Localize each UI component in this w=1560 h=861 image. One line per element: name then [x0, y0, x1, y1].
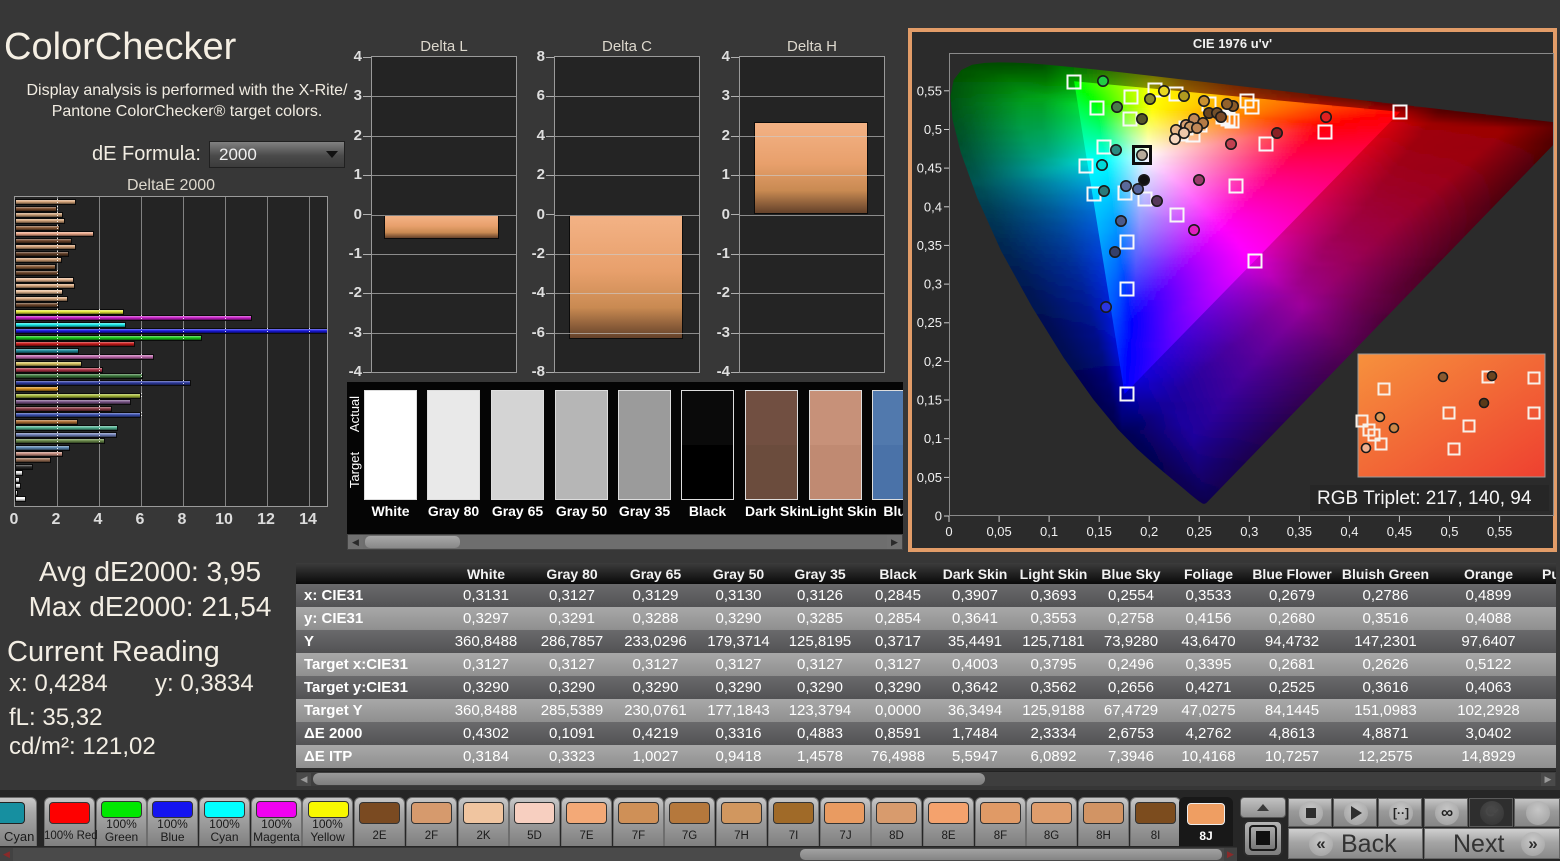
svg-text:0,2: 0,2	[1140, 524, 1158, 539]
svg-text:0,25: 0,25	[917, 315, 942, 330]
svg-text:0,55: 0,55	[1487, 524, 1512, 539]
svg-text:0,05: 0,05	[917, 470, 942, 485]
svg-text:0,05: 0,05	[986, 524, 1011, 539]
svg-text:0,35: 0,35	[917, 238, 942, 253]
svg-text:0,45: 0,45	[1387, 524, 1412, 539]
svg-text:0,5: 0,5	[924, 122, 942, 137]
svg-text:0: 0	[935, 509, 942, 524]
svg-text:0,25: 0,25	[1187, 524, 1212, 539]
svg-text:0,35: 0,35	[1287, 524, 1312, 539]
svg-text:0: 0	[945, 524, 952, 539]
svg-text:0,15: 0,15	[917, 393, 942, 408]
svg-text:0,4: 0,4	[1340, 524, 1358, 539]
svg-text:0,5: 0,5	[1440, 524, 1458, 539]
svg-text:0,1: 0,1	[924, 431, 942, 446]
svg-text:0,2: 0,2	[924, 354, 942, 369]
svg-text:0,3: 0,3	[924, 277, 942, 292]
svg-text:RGB Triplet: 217, 140, 94: RGB Triplet: 217, 140, 94	[1317, 488, 1532, 509]
svg-text:0,4: 0,4	[924, 199, 942, 214]
svg-text:0,1: 0,1	[1040, 524, 1058, 539]
svg-text:0,15: 0,15	[1087, 524, 1112, 539]
svg-text:0,55: 0,55	[917, 83, 942, 98]
svg-text:0,45: 0,45	[917, 161, 942, 176]
svg-text:0,3: 0,3	[1240, 524, 1258, 539]
